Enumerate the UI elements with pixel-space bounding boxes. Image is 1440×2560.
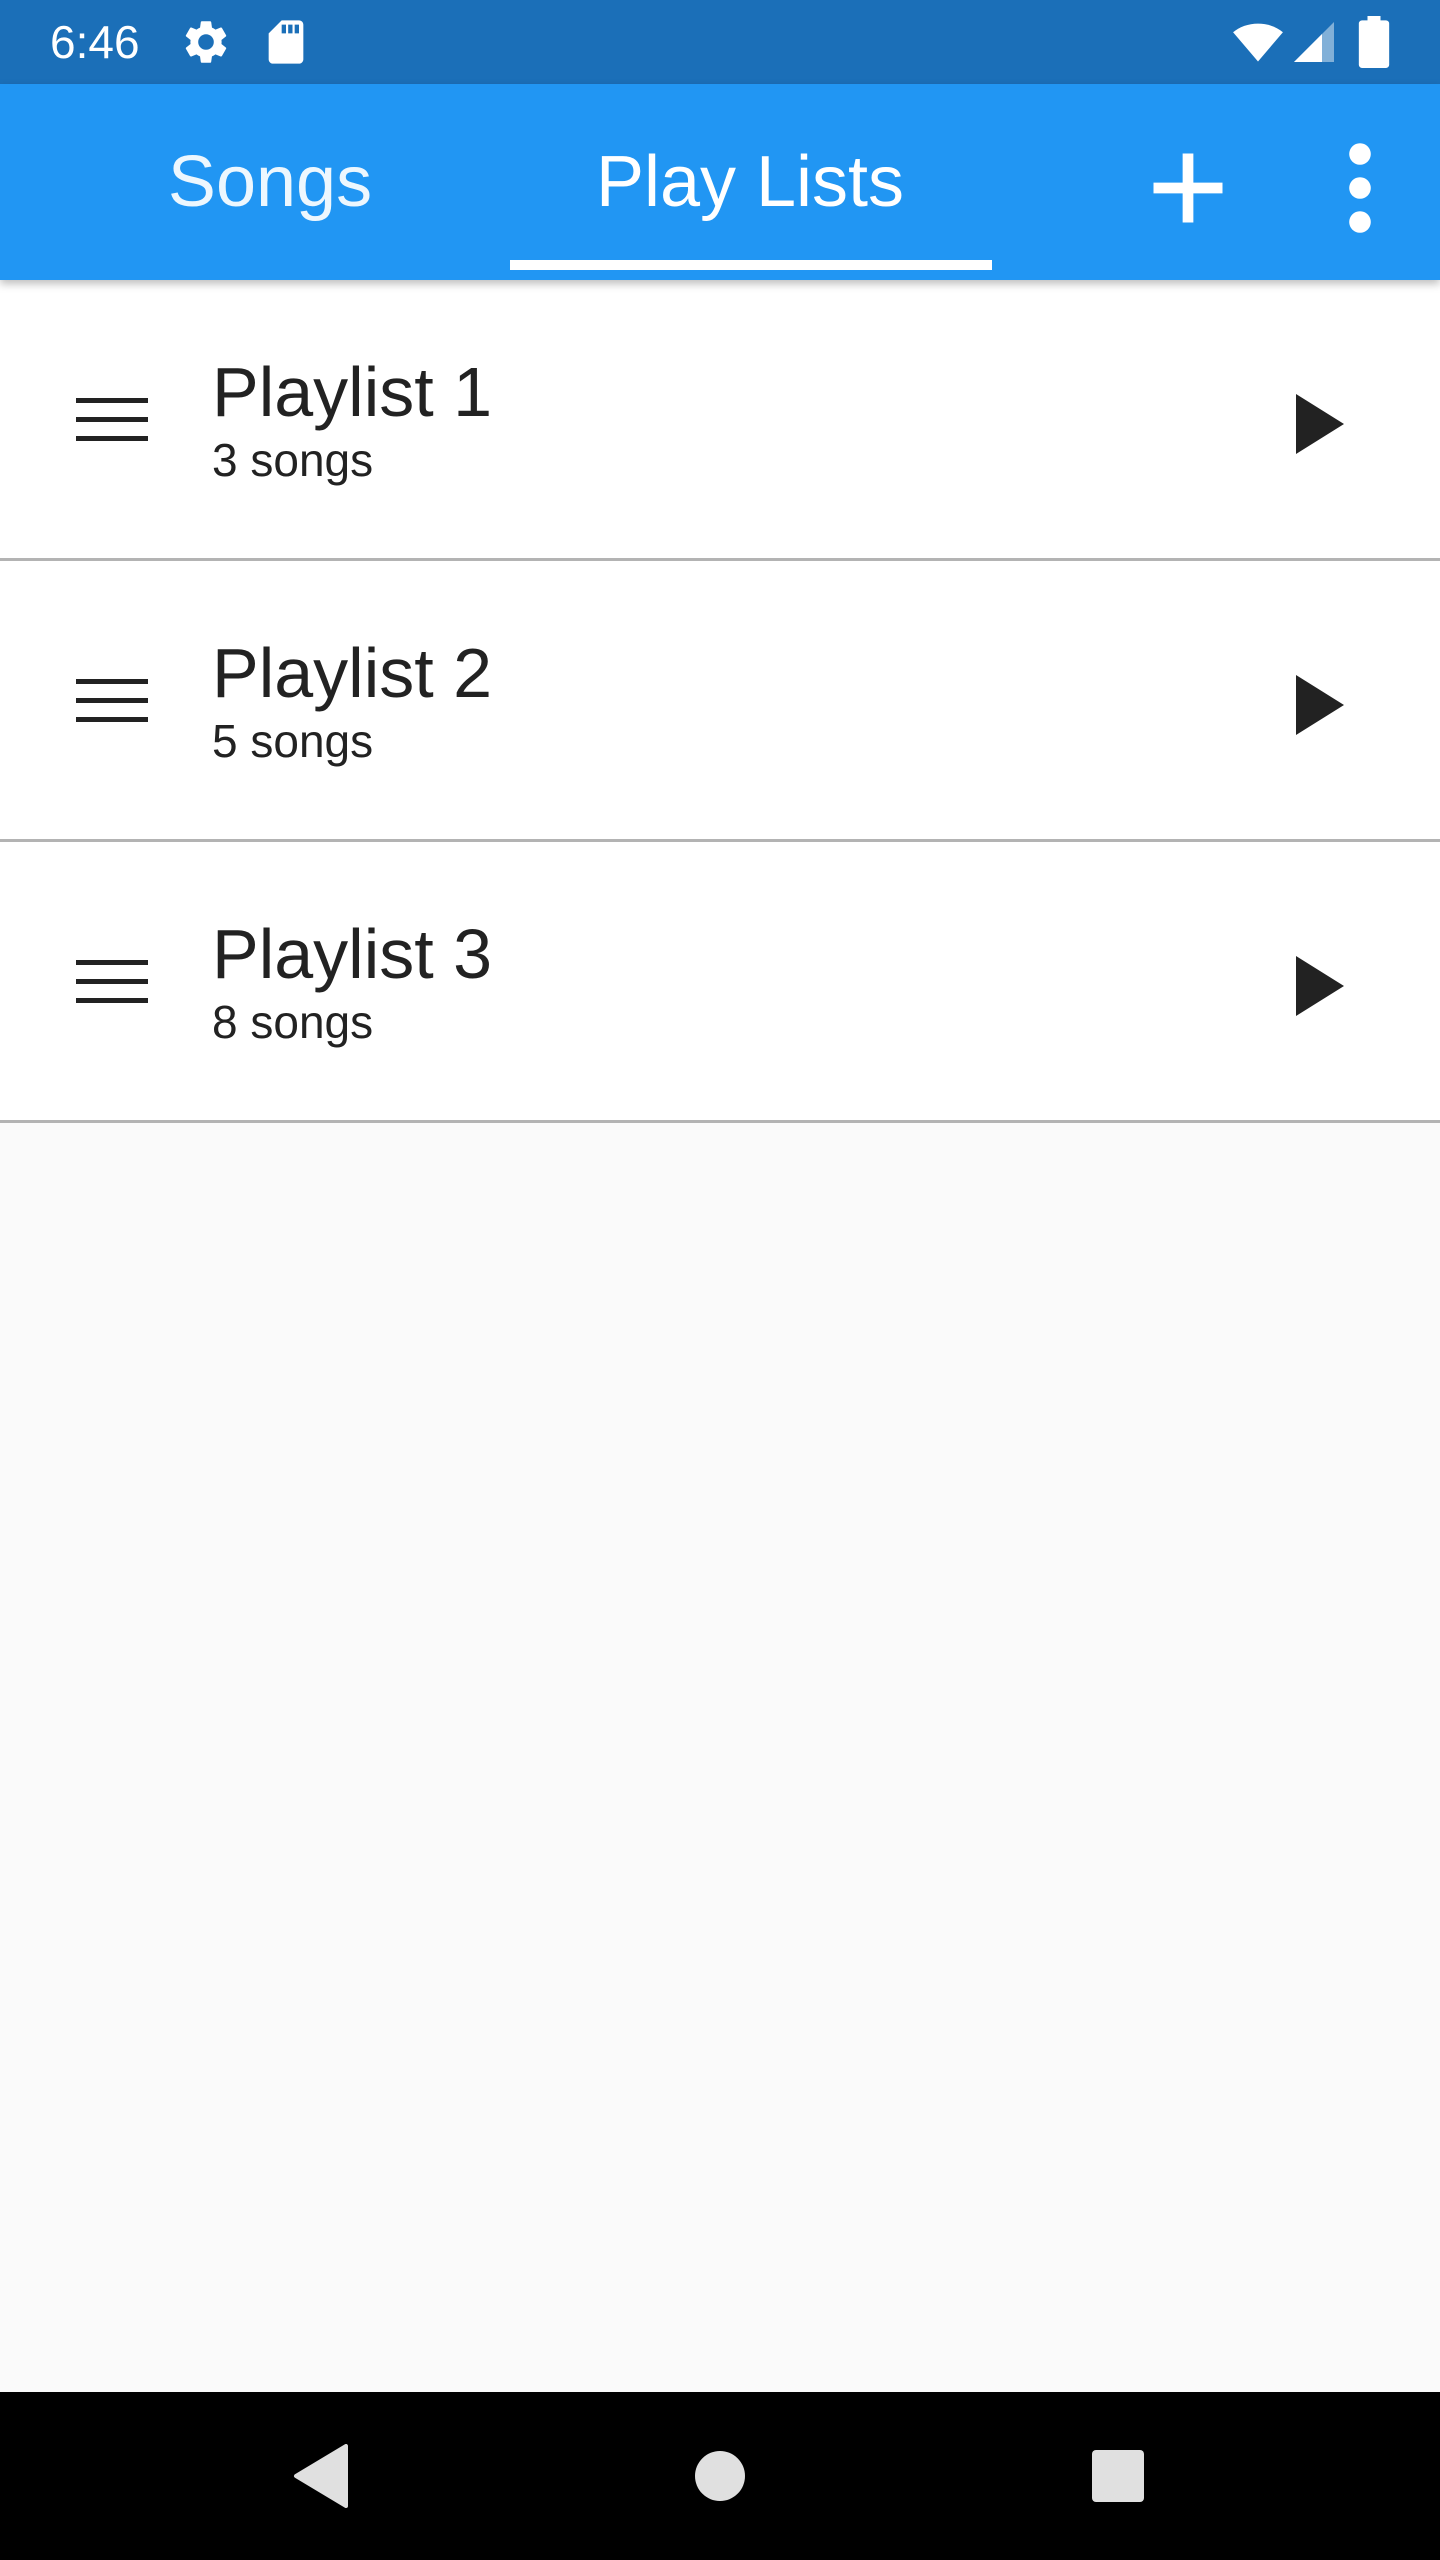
signal-icon xyxy=(1290,16,1338,68)
home-icon xyxy=(695,2451,745,2501)
tab-songs[interactable]: Songs xyxy=(90,84,450,280)
tab-play-lists-label: Play Lists xyxy=(595,142,905,222)
more-options-button[interactable] xyxy=(1300,128,1420,248)
add-playlist-button[interactable] xyxy=(1128,128,1248,248)
playlist-title: Playlist 1 xyxy=(212,353,493,431)
app-bar: Songs Play Lists xyxy=(0,84,1440,280)
playlist-song-count: 8 songs xyxy=(212,996,374,1048)
recents-icon xyxy=(1092,2450,1144,2502)
playlist-title: Playlist 3 xyxy=(212,915,493,993)
playlist-song-count: 3 songs xyxy=(212,434,374,486)
drag-handle-icon[interactable] xyxy=(60,661,164,741)
playlist-title: Playlist 2 xyxy=(212,634,493,712)
play-button[interactable] xyxy=(1260,364,1380,484)
add-icon xyxy=(1153,153,1223,223)
home-button[interactable] xyxy=(660,2416,780,2536)
tab-play-lists[interactable]: Play Lists xyxy=(510,84,990,280)
playlist-list: Playlist 1 3 songs Playlist 2 5 songs Pl… xyxy=(0,280,1440,1123)
back-icon xyxy=(294,2444,348,2508)
drag-handle-icon[interactable] xyxy=(60,380,164,460)
play-icon xyxy=(1296,956,1344,1016)
play-icon xyxy=(1296,675,1344,735)
play-button[interactable] xyxy=(1260,645,1380,765)
sd-card-icon xyxy=(260,16,312,68)
battery-icon xyxy=(1356,16,1392,68)
tab-selected-indicator xyxy=(510,260,992,270)
playlist-row[interactable]: Playlist 3 8 songs xyxy=(0,842,1440,1123)
gear-icon xyxy=(180,16,232,68)
status-bar: 6:46 xyxy=(0,0,1440,84)
recents-button[interactable] xyxy=(1058,2416,1178,2536)
navigation-bar xyxy=(0,2392,1440,2560)
back-button[interactable] xyxy=(260,2416,380,2536)
wifi-icon xyxy=(1230,16,1286,68)
playlist-song-count: 5 songs xyxy=(212,715,374,767)
drag-handle-icon[interactable] xyxy=(60,942,164,1022)
play-button[interactable] xyxy=(1260,926,1380,1046)
playlist-row[interactable]: Playlist 1 3 songs xyxy=(0,280,1440,561)
play-icon xyxy=(1296,394,1344,454)
more-vert-icon xyxy=(1349,143,1371,233)
playlist-row[interactable]: Playlist 2 5 songs xyxy=(0,561,1440,842)
status-time: 6:46 xyxy=(50,16,140,68)
tab-songs-label: Songs xyxy=(167,142,373,222)
